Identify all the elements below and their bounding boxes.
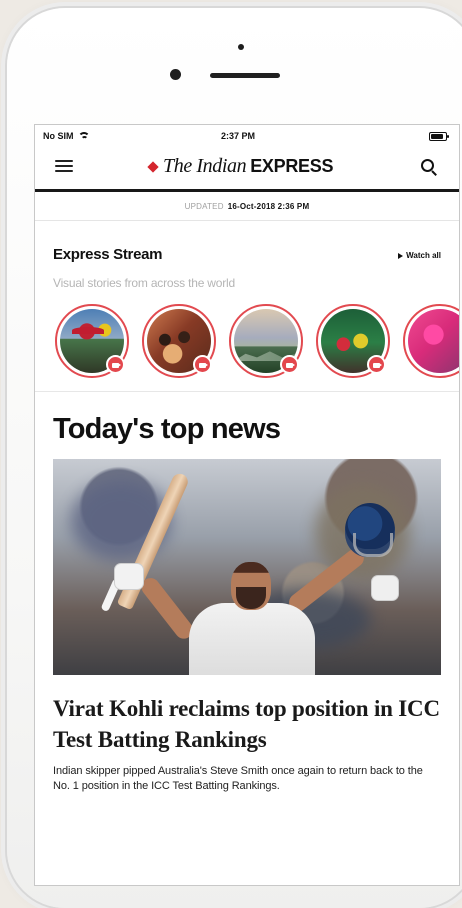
front-camera bbox=[238, 44, 244, 50]
search-icon[interactable] bbox=[421, 159, 437, 175]
story-item[interactable] bbox=[55, 304, 129, 378]
carrier-label: No SIM bbox=[43, 131, 74, 141]
express-stream-title: Express Stream bbox=[53, 246, 163, 263]
proximity-sensor bbox=[170, 69, 181, 80]
stories-carousel[interactable] bbox=[55, 304, 459, 384]
top-news-section: Today's top news Virat Kohli reclaims to… bbox=[35, 392, 459, 794]
top-news-title: Today's top news bbox=[53, 413, 281, 445]
status-time: 2:37 PM bbox=[221, 131, 256, 141]
express-stream-subtitle: Visual stories from across the world bbox=[53, 276, 235, 290]
article-summary: Indian skipper pipped Australia's Steve … bbox=[53, 765, 423, 792]
video-icon bbox=[280, 355, 299, 374]
wifi-icon bbox=[77, 131, 90, 141]
player-left-arm bbox=[137, 574, 197, 643]
menu-line-middle bbox=[55, 165, 73, 167]
menu-line-top bbox=[55, 160, 73, 162]
updated-time: 16-Oct-2018 2:36 PM bbox=[227, 201, 310, 211]
hero-article-image[interactable] bbox=[53, 459, 441, 675]
device-shine bbox=[27, 16, 457, 96]
battery-fill bbox=[431, 134, 443, 139]
battery-icon bbox=[429, 132, 449, 141]
story-item[interactable] bbox=[403, 304, 459, 378]
phone-device: No SIM 2:37 PM The Indian EXPRESS UPDATE… bbox=[7, 8, 462, 908]
video-icon bbox=[367, 355, 386, 374]
player-left-glove bbox=[114, 563, 144, 590]
app-screen: No SIM 2:37 PM The Indian EXPRESS UPDATE… bbox=[34, 124, 460, 886]
status-left: No SIM bbox=[43, 131, 90, 141]
story-item[interactable] bbox=[316, 304, 390, 378]
video-icon bbox=[193, 355, 212, 374]
player-torso bbox=[189, 603, 315, 675]
video-icon bbox=[106, 355, 125, 374]
express-stream-section: Express Stream Watch all Visual stories … bbox=[35, 221, 459, 392]
play-icon bbox=[398, 252, 404, 259]
watch-all-label: Watch all bbox=[406, 251, 441, 260]
menu-icon[interactable] bbox=[55, 160, 73, 172]
article-headline[interactable]: Virat Kohli reclaims top position in ICC… bbox=[53, 693, 441, 755]
logo-bold-text: EXPRESS bbox=[250, 156, 334, 176]
status-bar: No SIM 2:37 PM bbox=[35, 125, 459, 147]
helmet-grill bbox=[353, 533, 393, 557]
watch-all-link[interactable]: Watch all bbox=[398, 251, 441, 260]
story-item[interactable] bbox=[142, 304, 216, 378]
app-logo: The Indian EXPRESS bbox=[147, 155, 334, 178]
updated-bar: UPDATED 16-Oct-2018 2:36 PM bbox=[35, 192, 459, 221]
player-right-glove bbox=[371, 575, 399, 601]
earpiece-speaker bbox=[210, 73, 280, 78]
logo-diamond-icon bbox=[147, 160, 159, 173]
menu-line-bottom bbox=[55, 170, 73, 172]
story-item[interactable] bbox=[229, 304, 303, 378]
story-image bbox=[408, 309, 459, 373]
app-header: The Indian EXPRESS bbox=[35, 147, 459, 192]
logo-script-text: The Indian bbox=[163, 155, 247, 177]
updated-label: UPDATED bbox=[184, 201, 224, 211]
